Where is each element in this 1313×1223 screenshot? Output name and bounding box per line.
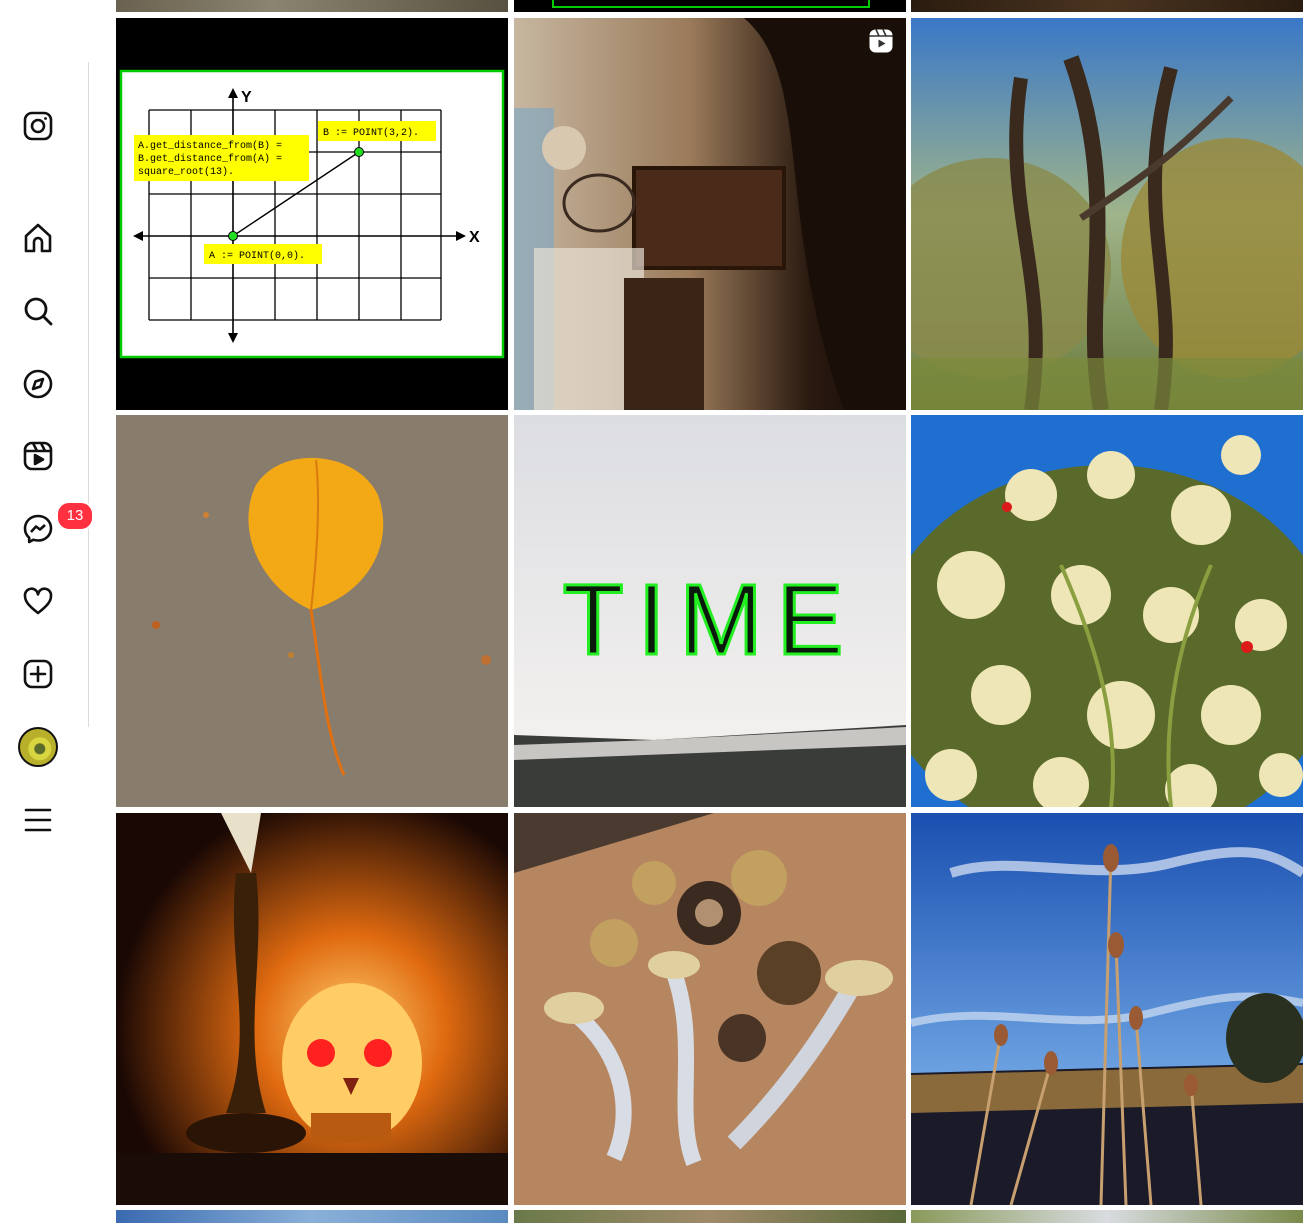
leaf-photo bbox=[116, 415, 508, 807]
messages-button[interactable]: 13 bbox=[18, 501, 94, 549]
post-tile-partial[interactable] bbox=[911, 0, 1303, 12]
instagram-logo[interactable] bbox=[18, 106, 58, 146]
y-axis-label: Y bbox=[241, 89, 252, 106]
instagram-icon bbox=[23, 111, 53, 141]
post-tile-skull[interactable] bbox=[116, 813, 508, 1205]
menu-icon bbox=[24, 808, 52, 832]
point-b-label: B := POINT(3,2). bbox=[323, 127, 419, 139]
coordinate-diagram: A.get_distance_from(B) = B.get_distance_… bbox=[119, 69, 505, 359]
post-tile-flowers[interactable] bbox=[911, 415, 1303, 807]
mushrooms-photo bbox=[514, 813, 906, 1205]
distance-note-line-2: B.get_distance_from(A) = bbox=[138, 153, 282, 165]
frame-edge bbox=[552, 0, 870, 8]
sidebar-divider bbox=[88, 62, 89, 727]
search-icon bbox=[24, 297, 53, 326]
skull-photo bbox=[116, 813, 508, 1205]
notifications-button[interactable] bbox=[18, 581, 58, 621]
post-tile-time[interactable]: TIME bbox=[514, 415, 906, 807]
trees-photo bbox=[911, 18, 1303, 410]
flowers-photo bbox=[911, 415, 1303, 807]
home-button[interactable] bbox=[18, 218, 58, 258]
distance-note-line-1: A.get_distance_from(B) = bbox=[138, 140, 282, 152]
messages-badge: 13 bbox=[56, 501, 94, 531]
post-tile-trees[interactable] bbox=[911, 18, 1303, 410]
point-a-label: A := POINT(0,0). bbox=[209, 250, 305, 262]
post-tile-mushrooms[interactable] bbox=[514, 813, 906, 1205]
home-icon bbox=[24, 223, 52, 253]
heart-icon bbox=[23, 587, 53, 615]
reels-button[interactable] bbox=[18, 436, 58, 476]
teasel-photo bbox=[911, 813, 1303, 1205]
post-tile-partial[interactable] bbox=[514, 0, 906, 12]
post-tile-partial[interactable] bbox=[514, 1210, 906, 1223]
distance-note-line-3: square_root(13). bbox=[138, 166, 234, 178]
sidebar: 13 bbox=[0, 0, 94, 1223]
post-tile-partial[interactable] bbox=[116, 1210, 508, 1223]
post-tile-partial[interactable] bbox=[116, 0, 508, 12]
post-tile-leaf[interactable] bbox=[116, 415, 508, 807]
create-button[interactable] bbox=[18, 654, 58, 694]
x-axis-label: X bbox=[469, 229, 480, 246]
compass-icon bbox=[23, 369, 53, 399]
avatar bbox=[18, 727, 58, 767]
room-photo bbox=[514, 18, 906, 410]
explore-button[interactable] bbox=[18, 364, 58, 404]
profile-button[interactable] bbox=[18, 727, 58, 767]
plus-square-icon bbox=[23, 659, 53, 689]
reels-icon bbox=[23, 441, 53, 471]
post-tile-diagram[interactable]: A.get_distance_from(B) = B.get_distance_… bbox=[116, 18, 508, 410]
post-tile-reel[interactable] bbox=[514, 18, 906, 410]
post-tile-teasel[interactable] bbox=[911, 813, 1303, 1205]
search-button[interactable] bbox=[18, 291, 58, 331]
messenger-icon bbox=[23, 514, 53, 544]
more-button[interactable] bbox=[18, 800, 58, 840]
sign-text: TIME bbox=[561, 563, 858, 678]
reels-icon bbox=[869, 29, 893, 53]
post-tile-partial[interactable] bbox=[911, 1210, 1303, 1223]
